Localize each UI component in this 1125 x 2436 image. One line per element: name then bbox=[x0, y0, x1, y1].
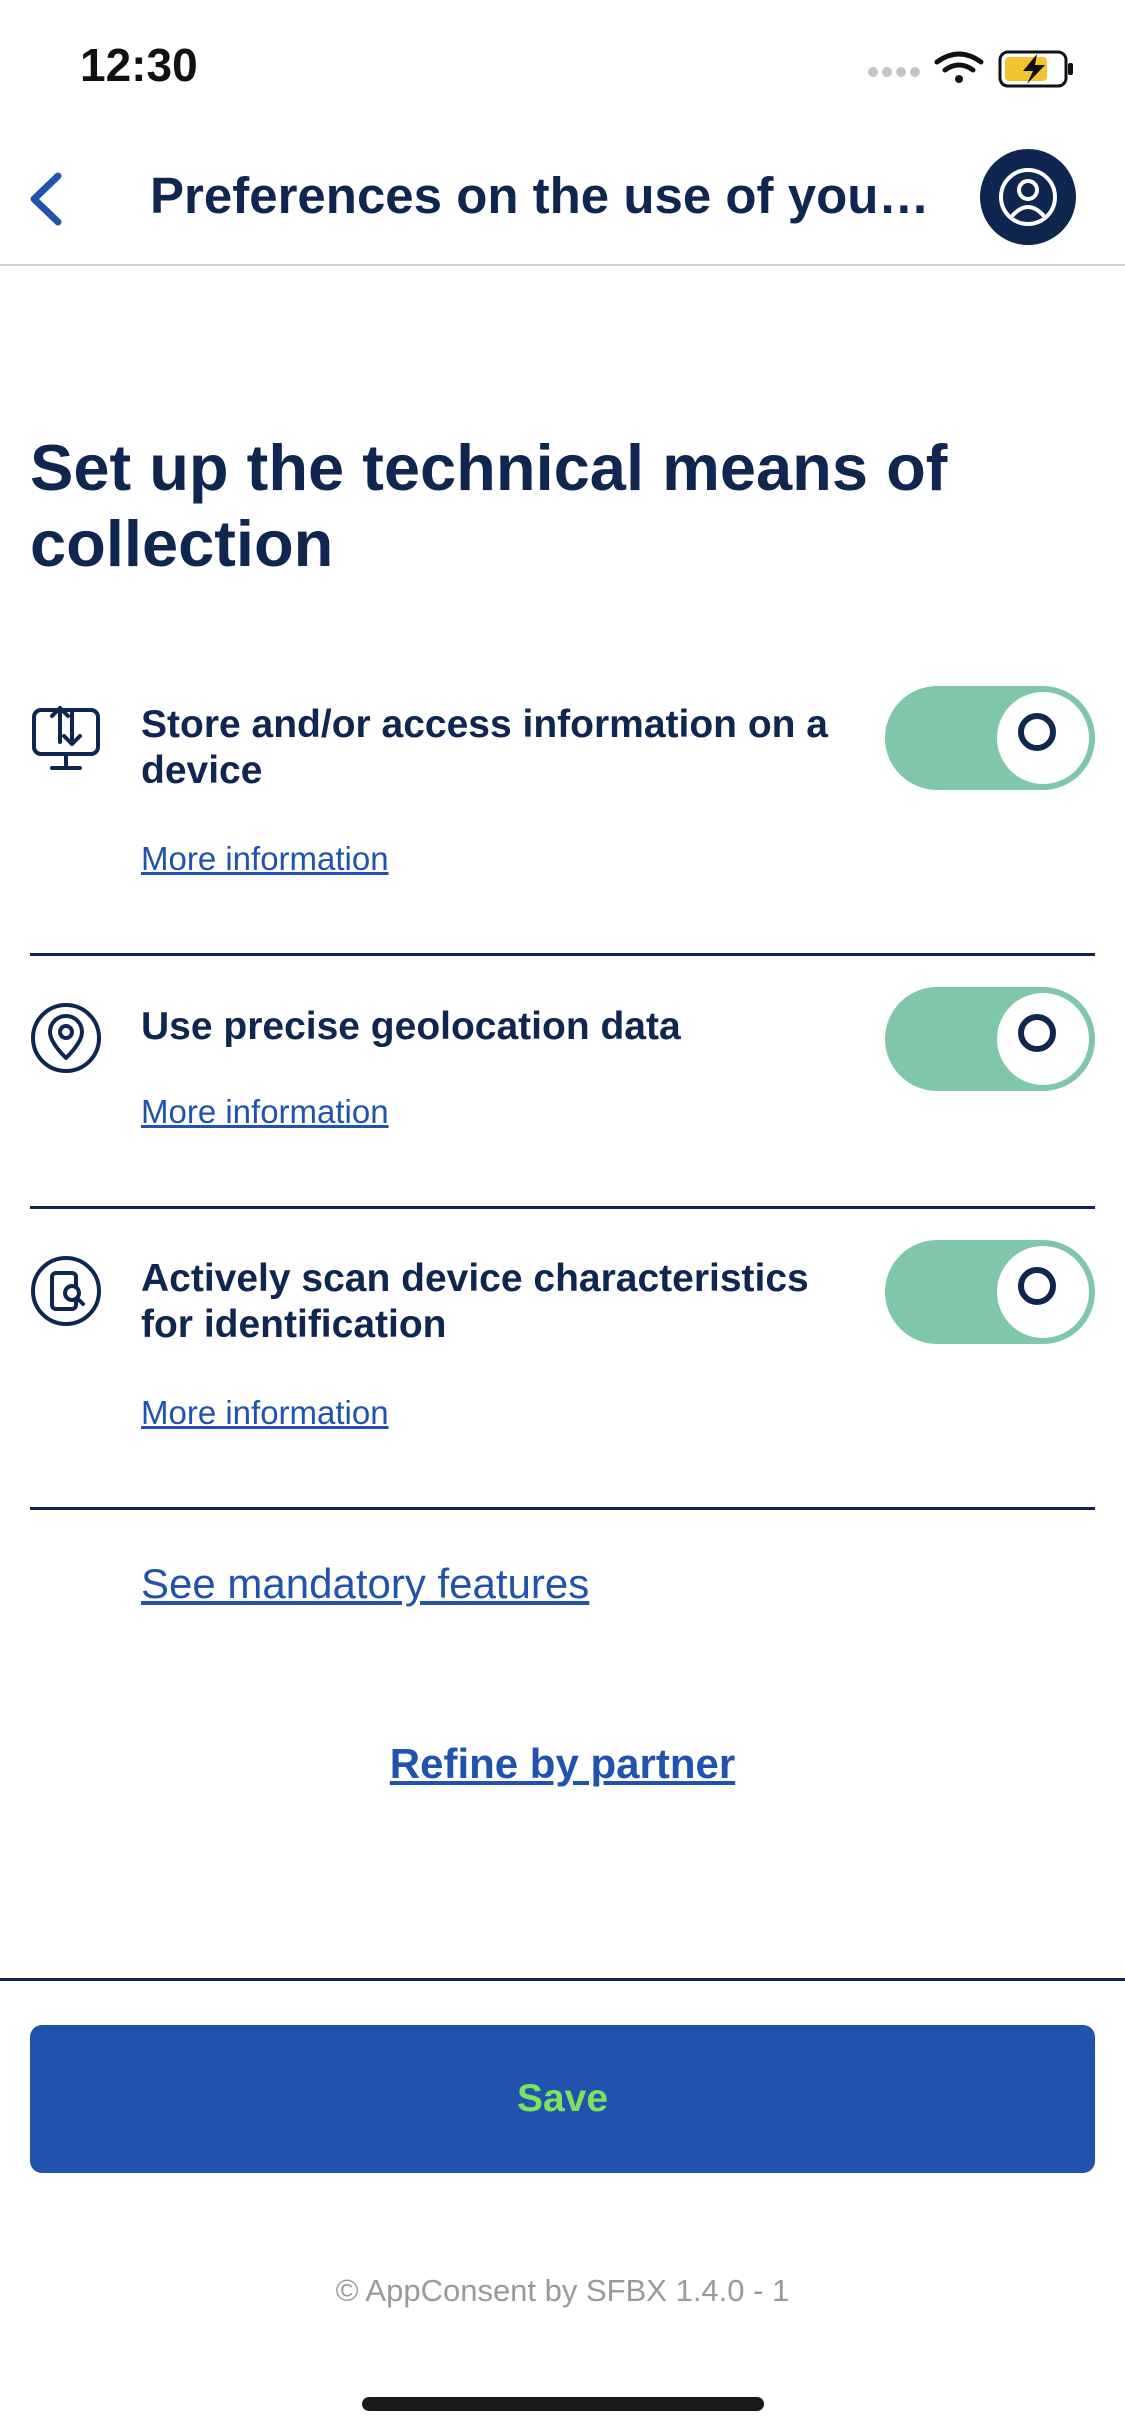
toggle-knob bbox=[997, 993, 1089, 1085]
row-divider bbox=[30, 953, 1095, 956]
option-title: Use precise geolocation data bbox=[141, 1005, 681, 1048]
location-pin-icon bbox=[30, 1002, 102, 1074]
see-mandatory-features-link[interactable]: See mandatory features bbox=[141, 1560, 589, 1608]
copyright-text: © AppConsent by SFBX 1.4.0 - 1 bbox=[335, 2273, 790, 2308]
save-button[interactable]: Save bbox=[30, 2025, 1095, 2173]
wifi-icon bbox=[934, 51, 984, 83]
page-heading: Set up the technical means of collection bbox=[30, 431, 948, 580]
profile-button[interactable] bbox=[980, 149, 1076, 245]
status-icons bbox=[865, 48, 1085, 90]
refine-by-partner-label[interactable]: Refine by partner bbox=[390, 1740, 735, 1787]
device-scan-toggle[interactable] bbox=[885, 1240, 1095, 1344]
refine-by-partner-link: Refine by partner bbox=[0, 1740, 1125, 1788]
status-time: 12:30 bbox=[80, 39, 198, 91]
user-circle-icon bbox=[999, 168, 1057, 226]
toggle-knob bbox=[997, 1246, 1089, 1338]
monitor-upload-icon bbox=[30, 700, 102, 772]
geolocation-toggle[interactable] bbox=[885, 987, 1095, 1091]
row-divider bbox=[30, 1206, 1095, 1209]
toggle-knob bbox=[997, 692, 1089, 784]
option-title: Actively scan device characteristics for… bbox=[141, 1257, 809, 1346]
back-button[interactable] bbox=[18, 164, 78, 234]
home-indicator bbox=[362, 2397, 764, 2411]
battery-charging-icon bbox=[998, 50, 1073, 88]
more-information-link[interactable]: More information bbox=[141, 1394, 389, 1432]
storage-toggle[interactable] bbox=[885, 686, 1095, 790]
consent-preferences-screen: 12:30 Preferences on the use of your… Se… bbox=[0, 0, 1125, 2436]
row-divider bbox=[30, 1507, 1095, 1510]
nav-divider bbox=[0, 264, 1125, 266]
device-scan-icon bbox=[30, 1255, 102, 1327]
chevron-left-icon bbox=[30, 172, 62, 226]
more-information-link[interactable]: More information bbox=[141, 1093, 389, 1131]
option-title: Store and/or access information on a dev… bbox=[141, 703, 828, 792]
nav-title: Preferences on the use of your… bbox=[150, 167, 940, 224]
signal-dots-icon bbox=[868, 67, 920, 77]
more-information-link[interactable]: More information bbox=[141, 840, 389, 878]
footer-divider bbox=[0, 1978, 1125, 1981]
